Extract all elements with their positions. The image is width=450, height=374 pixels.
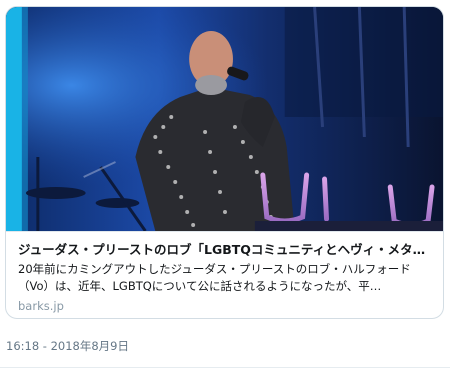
tweet-timestamp[interactable]: 16:18 - 2018年8月9日 [6, 338, 129, 354]
card-image[interactable] [6, 7, 443, 231]
concert-photo [6, 7, 443, 231]
link-preview-card[interactable]: ジューダス・プリーストのロブ「LGBTQコミュニティとヘヴィ・メタル… 20年前… [5, 6, 444, 319]
divider [0, 367, 450, 368]
card-domain: barks.jp [18, 299, 64, 313]
card-title[interactable]: ジューダス・プリーストのロブ「LGBTQコミュニティとヘヴィ・メタル… [18, 241, 431, 258]
card-text[interactable]: ジューダス・プリーストのロブ「LGBTQコミュニティとヘヴィ・メタル… 20年前… [6, 231, 443, 318]
card-description: 20年前にカミングアウトしたジューダス・プリーストのロブ・ハルフォード（Vo）は… [18, 262, 411, 293]
